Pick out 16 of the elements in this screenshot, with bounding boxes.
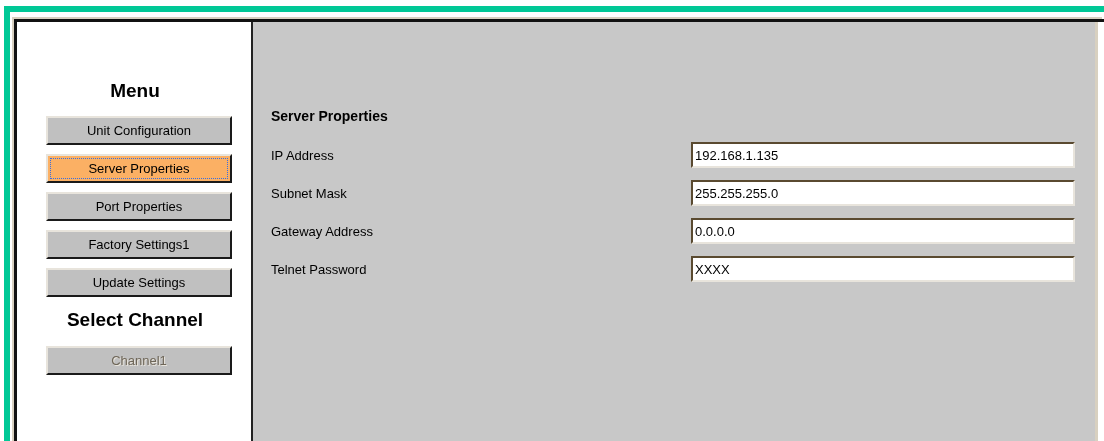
section-title: Select Channel [65, 309, 205, 331]
input-field[interactable]: 192.168.1.135 [691, 142, 1075, 168]
field-label: Telnet Password [271, 261, 368, 277]
input-field[interactable]: XXXX [691, 256, 1075, 282]
menu-button[interactable]: Unit Configuration [46, 116, 232, 145]
menu-title: Menu [109, 80, 161, 102]
field-label: Subnet Mask [271, 185, 348, 201]
field-label: IP Address [271, 147, 335, 163]
input-field[interactable]: 255.255.255.0 [691, 180, 1075, 206]
input-field[interactable]: 0.0.0.0 [691, 218, 1075, 244]
menu-button[interactable]: Port Properties [46, 192, 232, 221]
form-title: Server Properties [271, 108, 389, 124]
menu-button[interactable]: Factory Settings1 [46, 230, 232, 259]
menu-button[interactable]: Server Properties [46, 154, 232, 183]
menu-button[interactable]: Update Settings [46, 268, 232, 297]
field-label: Gateway Address [271, 223, 374, 239]
